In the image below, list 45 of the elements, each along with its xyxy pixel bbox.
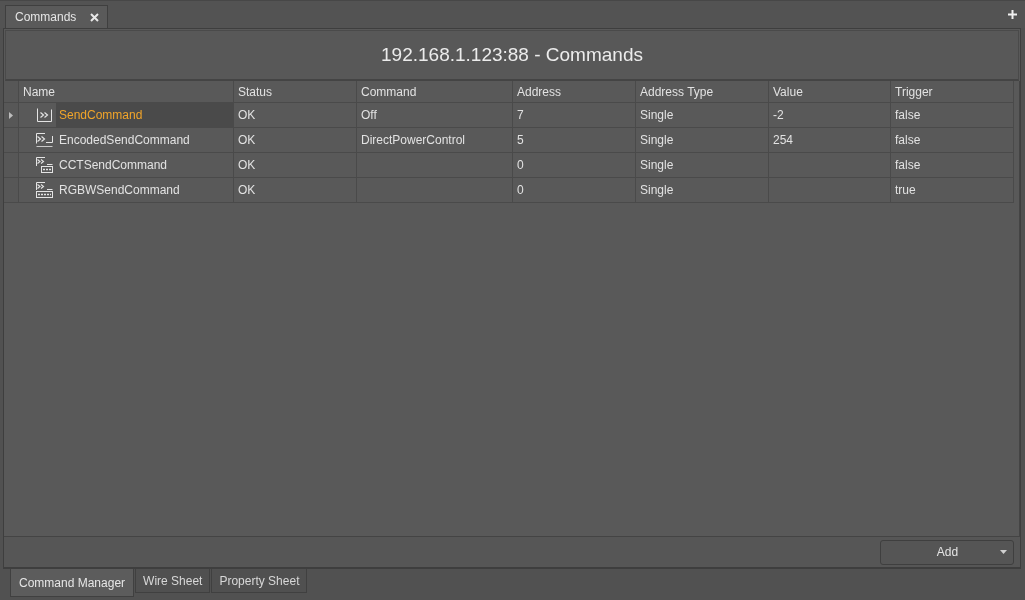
table-cell: OK — [234, 153, 357, 178]
column-header[interactable]: Address Type — [636, 81, 769, 103]
table-cell: Single — [636, 153, 769, 178]
table-cell: OK — [234, 103, 357, 128]
table-cell: 0 — [513, 178, 636, 203]
column-header[interactable]: Address — [513, 81, 636, 103]
name-cell[interactable]: CCTSendCommand — [56, 153, 233, 177]
column-header[interactable]: Name — [19, 81, 234, 103]
table-cell: DirectPowerControl — [357, 128, 513, 153]
table-cell: false — [891, 128, 1014, 153]
editor-tab[interactable]: Commands — [5, 5, 109, 28]
table-cell: 0 — [513, 153, 636, 178]
table-cell: true — [891, 178, 1014, 203]
command-icon — [36, 107, 53, 123]
column-header[interactable]: Status — [234, 81, 357, 103]
command-icon — [36, 132, 53, 148]
column-header[interactable]: Trigger — [891, 81, 1014, 103]
command-icon — [36, 182, 53, 198]
row-header[interactable] — [4, 103, 19, 128]
column-header[interactable]: Value — [769, 81, 891, 103]
table-cell: false — [891, 103, 1014, 128]
view-tab[interactable]: Wire Sheet — [135, 569, 211, 593]
table-cell: Off — [357, 103, 513, 128]
add-button[interactable]: Add — [880, 539, 1014, 565]
view-tab[interactable]: Property Sheet — [211, 569, 308, 593]
caret-icon[interactable] — [1000, 550, 1007, 554]
name-cell[interactable]: SendCommand — [56, 103, 233, 127]
command-icon — [36, 157, 53, 173]
table-cell: Single — [636, 128, 769, 153]
table-cell: Single — [636, 103, 769, 128]
table-cell: 254 — [769, 128, 891, 153]
panel-title: 192.168.1.123:88 - Commands — [381, 44, 643, 66]
table-cell: 7 — [513, 103, 636, 128]
add-icon[interactable] — [1008, 10, 1017, 19]
table-cell: 5 — [513, 128, 636, 153]
view-tab[interactable]: Command Manager — [10, 569, 135, 597]
table-cell: OK — [234, 178, 357, 203]
table-cell: OK — [234, 128, 357, 153]
table-cell: Single — [636, 178, 769, 203]
name-cell[interactable]: RGBWSendCommand — [56, 178, 233, 202]
close-icon[interactable] — [90, 12, 100, 22]
table-cell: -2 — [769, 103, 891, 128]
name-cell[interactable]: EncodedSendCommand — [56, 128, 233, 152]
table-cell: false — [891, 153, 1014, 178]
column-header[interactable]: Command — [357, 81, 513, 103]
